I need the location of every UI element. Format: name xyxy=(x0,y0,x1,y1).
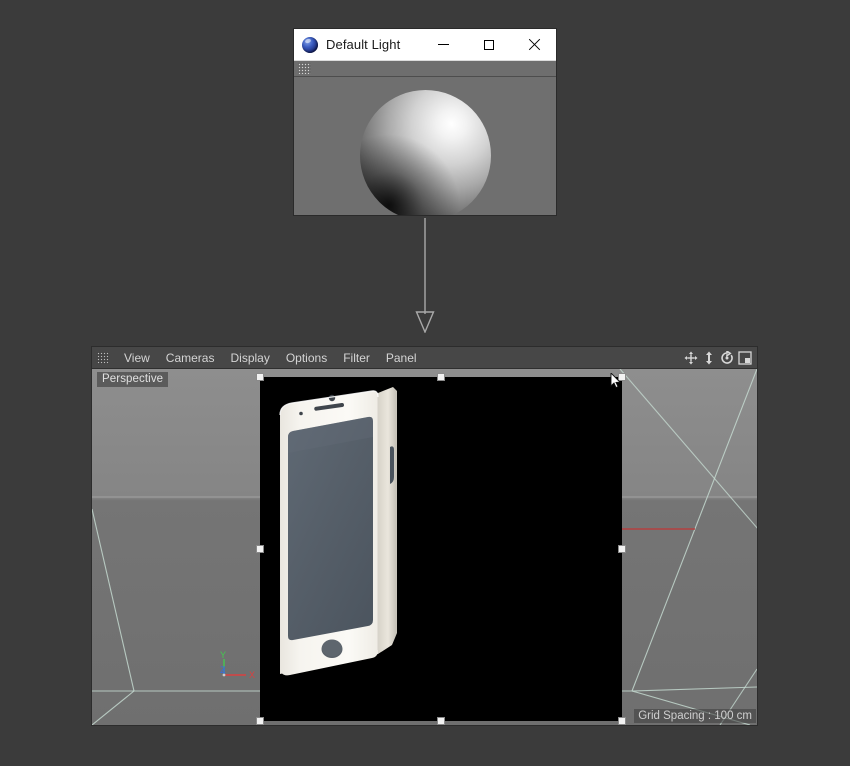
region-handle-bottom-right[interactable] xyxy=(618,717,626,725)
close-button[interactable] xyxy=(511,29,556,60)
menu-display[interactable]: Display xyxy=(222,347,277,369)
menu-options[interactable]: Options xyxy=(278,347,335,369)
menu-panel[interactable]: Panel xyxy=(378,347,425,369)
region-handle-bottom-left[interactable] xyxy=(256,717,264,725)
drag-grip-icon[interactable] xyxy=(97,351,109,364)
svg-text:X: X xyxy=(249,670,255,680)
region-handle-bottom-center[interactable] xyxy=(437,717,445,725)
drag-grip-icon[interactable] xyxy=(298,63,311,74)
viewport-window: View Cameras Display Options Filter Pane… xyxy=(91,346,758,726)
screen-root: Default Light View Cameras Display Optio… xyxy=(0,0,850,766)
minimize-icon xyxy=(438,44,449,45)
window-title: Default Light xyxy=(326,37,401,52)
rotate-tool-icon[interactable] xyxy=(719,350,734,365)
menu-cameras[interactable]: Cameras xyxy=(158,347,223,369)
flow-arrow xyxy=(415,218,435,333)
render-region[interactable] xyxy=(260,377,622,721)
light-window-toolbar xyxy=(294,61,556,77)
scale-tool-icon[interactable] xyxy=(701,350,716,365)
light-preview-canvas[interactable] xyxy=(294,77,556,215)
svg-text:Y: Y xyxy=(220,650,226,660)
preview-sphere xyxy=(360,90,491,215)
region-handle-top-center[interactable] xyxy=(437,373,445,381)
minimize-button[interactable] xyxy=(421,29,466,60)
menu-view[interactable]: View xyxy=(116,347,158,369)
maximize-icon xyxy=(483,39,494,50)
viewport-canvas[interactable]: Y Z X Perspective Grid Spacing: 100 cm xyxy=(92,369,757,725)
view-label[interactable]: Perspective xyxy=(97,372,169,387)
maximize-button[interactable] xyxy=(466,29,511,60)
window-buttons xyxy=(421,29,556,60)
viewport-toolbar: View Cameras Display Options Filter Pane… xyxy=(92,347,757,369)
viewport-tool-icons xyxy=(683,350,757,365)
grid-spacing-label: Grid Spacing : 100 cm xyxy=(634,709,756,723)
region-handle-top-left[interactable] xyxy=(256,373,264,381)
maximize-viewport-icon[interactable] xyxy=(737,350,752,365)
region-handle-middle-left[interactable] xyxy=(256,545,264,553)
close-icon xyxy=(528,39,540,51)
svg-text:Z: Z xyxy=(220,665,226,675)
axis-gizmo: Y Z X xyxy=(220,650,255,680)
move-tool-icon[interactable] xyxy=(683,350,698,365)
mouse-cursor xyxy=(610,373,621,388)
smartphone-model xyxy=(279,387,397,676)
menu-filter[interactable]: Filter xyxy=(335,347,378,369)
window-titlebar[interactable]: Default Light xyxy=(294,29,556,61)
region-handle-middle-right[interactable] xyxy=(618,545,626,553)
default-light-window: Default Light xyxy=(293,28,557,216)
c4d-sphere-icon xyxy=(302,36,318,53)
